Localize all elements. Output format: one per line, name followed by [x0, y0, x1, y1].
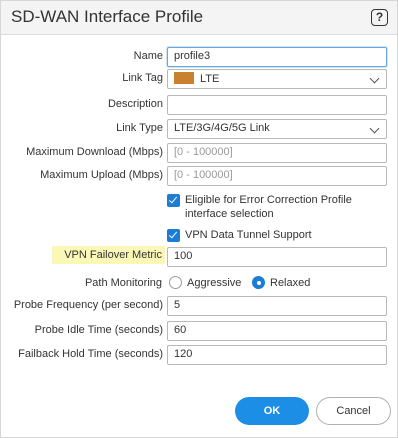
link-type-select[interactable]: LTE/3G/4G/5G Link: [167, 119, 387, 139]
description-label: Description: [107, 98, 163, 110]
error-correction-label-line2: interface selection: [185, 208, 274, 220]
max-download-row: Maximum Download (Mbps) [0 - 100000]: [1, 143, 398, 163]
vpn-tunnel-checkbox[interactable]: [167, 229, 180, 242]
tag-color-swatch: [174, 72, 194, 84]
vpn-tunnel-label: VPN Data Tunnel Support: [185, 229, 312, 241]
max-upload-label: Maximum Upload (Mbps): [40, 169, 163, 181]
link-type-label: Link Type: [116, 122, 163, 134]
question-mark-icon[interactable]: ?: [371, 9, 388, 26]
failback-hold-row: Failback Hold Time (seconds) 120: [1, 345, 398, 365]
link-tag-value: LTE: [200, 73, 220, 85]
probe-idle-row: Probe Idle Time (seconds) 60: [1, 321, 398, 341]
vpn-failover-label: VPN Failover Metric: [52, 246, 165, 264]
max-download-input[interactable]: [0 - 100000]: [167, 143, 387, 163]
max-download-label: Maximum Download (Mbps): [26, 146, 163, 158]
error-correction-label-line1: Eligible for Error Correction Profile: [185, 194, 352, 206]
vpn-failover-input[interactable]: 100: [167, 247, 387, 267]
description-row: Description: [1, 95, 398, 115]
chevron-down-icon: [369, 73, 380, 84]
link-type-value: LTE/3G/4G/5G Link: [174, 122, 270, 134]
name-input[interactable]: profile3: [167, 47, 387, 67]
chevron-down-icon: [369, 123, 380, 134]
link-tag-row: Link Tag LTE: [1, 69, 398, 89]
path-monitoring-row: Path Monitoring Aggressive Relaxed: [1, 274, 398, 294]
vpn-failover-row: VPN Failover Metric 100: [1, 246, 398, 267]
link-type-row: Link Type LTE/3G/4G/5G Link: [1, 119, 398, 139]
ok-button[interactable]: OK: [235, 397, 309, 425]
radio-aggressive-label: Aggressive: [187, 277, 242, 289]
probe-idle-input[interactable]: 60: [167, 321, 387, 341]
cancel-button[interactable]: Cancel: [316, 397, 391, 425]
max-upload-row: Maximum Upload (Mbps) [0 - 100000]: [1, 166, 398, 186]
name-row: Name profile3: [1, 47, 398, 67]
link-tag-select[interactable]: LTE: [167, 69, 387, 89]
radio-relaxed[interactable]: [252, 276, 265, 289]
probe-frequency-label: Probe Frequency (per second): [13, 299, 163, 311]
probe-idle-label: Probe Idle Time (seconds): [34, 324, 163, 336]
description-input[interactable]: [167, 95, 387, 115]
max-upload-input[interactable]: [0 - 100000]: [167, 166, 387, 186]
probe-frequency-row: Probe Frequency (per second) 5: [1, 296, 398, 316]
error-correction-checkbox[interactable]: [167, 194, 180, 207]
probe-frequency-input[interactable]: 5: [167, 296, 387, 316]
name-label: Name: [133, 50, 163, 62]
link-tag-label: Link Tag: [122, 72, 163, 84]
radio-aggressive[interactable]: [169, 276, 182, 289]
sdwan-interface-profile-dialog: SD-WAN Interface Profile ? Name profile3…: [0, 0, 398, 438]
path-monitoring-label: Path Monitoring: [84, 277, 162, 289]
failback-hold-input[interactable]: 120: [167, 345, 387, 365]
dialog-header: SD-WAN Interface Profile ?: [1, 1, 397, 35]
dialog-title: SD-WAN Interface Profile: [11, 7, 204, 26]
error-correction-label: Eligible for Error Correction Profile in…: [185, 193, 352, 221]
radio-relaxed-label: Relaxed: [270, 277, 311, 289]
failback-hold-label: Failback Hold Time (seconds): [18, 348, 163, 360]
